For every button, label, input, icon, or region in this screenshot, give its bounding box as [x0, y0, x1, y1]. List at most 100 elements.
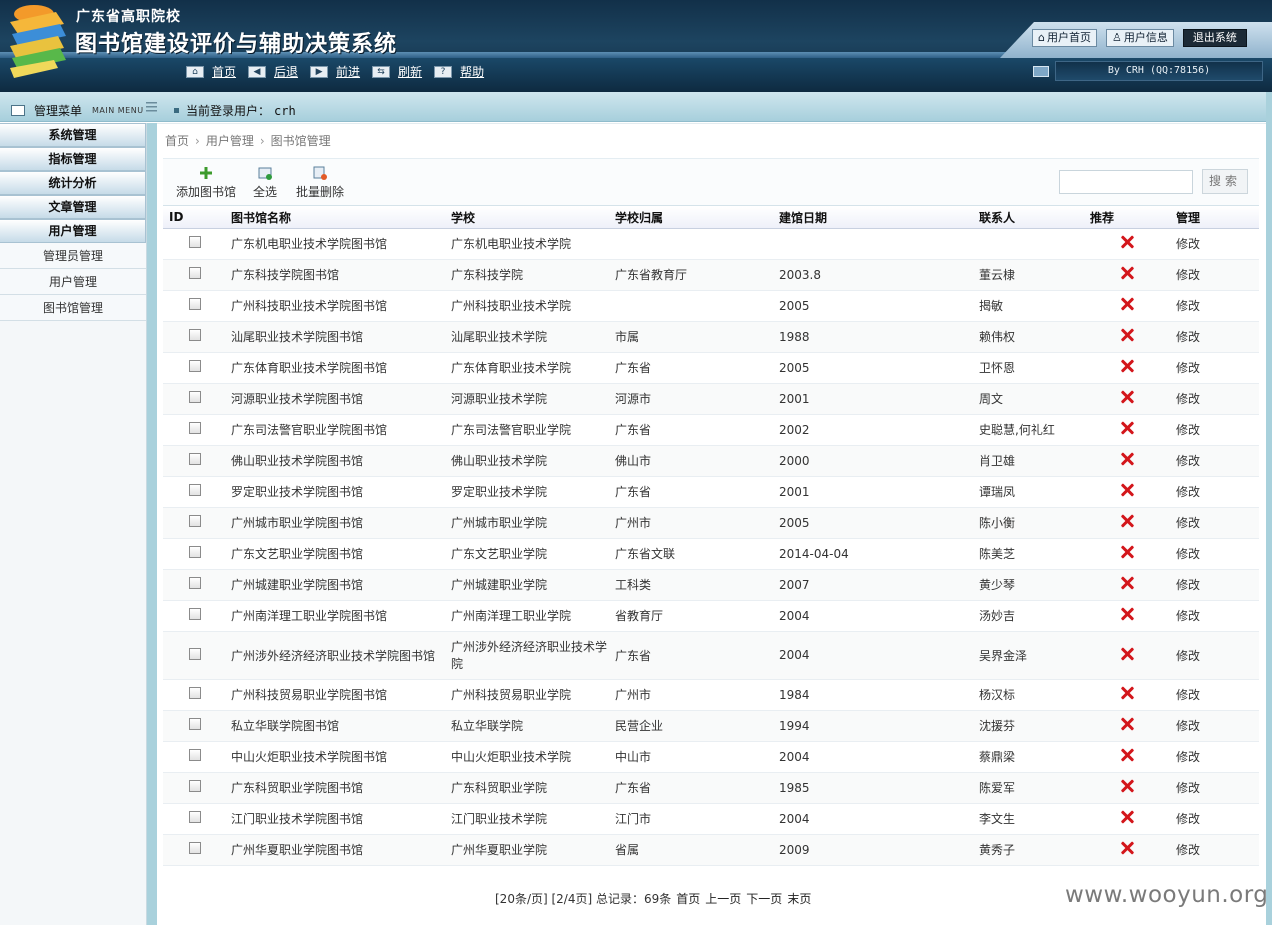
row-checkbox[interactable] [189, 546, 201, 558]
row-checkbox[interactable] [189, 687, 201, 699]
logout-button[interactable]: 退出系统 [1182, 29, 1247, 47]
not-recommended-icon[interactable] [1120, 576, 1134, 590]
edit-link[interactable]: 修改 [1170, 834, 1259, 866]
sidebar-item-admin-manage[interactable]: 管理员管理 [0, 243, 146, 269]
edit-link[interactable]: 修改 [1170, 631, 1259, 680]
not-recommended-icon[interactable] [1120, 647, 1134, 661]
edit-link[interactable]: 修改 [1170, 803, 1259, 835]
monitor-icon [1033, 66, 1049, 77]
nav-help[interactable]: ? 帮助 [434, 63, 484, 80]
row-select-cell [163, 414, 225, 446]
row-select-cell [163, 631, 225, 680]
not-recommended-icon[interactable] [1120, 514, 1134, 528]
search-button[interactable]: 搜索 [1202, 169, 1248, 194]
not-recommended-icon[interactable] [1120, 607, 1134, 621]
row-checkbox[interactable] [189, 718, 201, 730]
add-library-button[interactable]: 添加图书馆 [176, 162, 236, 200]
sidebar-item-user-manage[interactable]: 用户管理 [0, 269, 146, 295]
batch-delete-button[interactable]: 批量删除 [296, 162, 344, 200]
row-checkbox[interactable] [189, 780, 201, 792]
not-recommended-icon[interactable] [1120, 328, 1134, 342]
nav-home[interactable]: ⌂ 首页 [186, 63, 236, 80]
user-info-link[interactable]: ♙ 用户信息 [1105, 29, 1174, 47]
row-checkbox[interactable] [189, 360, 201, 372]
not-recommended-icon[interactable] [1120, 421, 1134, 435]
sidebar-group-system[interactable]: 系统管理 [0, 123, 146, 147]
not-recommended-icon[interactable] [1120, 266, 1134, 280]
edit-link[interactable]: 修改 [1170, 259, 1259, 291]
edit-link[interactable]: 修改 [1170, 476, 1259, 508]
col-recommend-header[interactable]: 推荐 [1084, 207, 1170, 229]
not-recommended-icon[interactable] [1120, 235, 1134, 249]
edit-link[interactable]: 修改 [1170, 228, 1259, 260]
nav-refresh[interactable]: ⇆ 刷新 [372, 63, 422, 80]
edit-link[interactable]: 修改 [1170, 772, 1259, 804]
edit-link[interactable]: 修改 [1170, 538, 1259, 570]
row-checkbox[interactable] [189, 842, 201, 854]
pager-last[interactable]: 末页 [787, 890, 811, 907]
sidebar-group-articles[interactable]: 文章管理 [0, 195, 146, 219]
edit-link[interactable]: 修改 [1170, 710, 1259, 742]
row-checkbox[interactable] [189, 267, 201, 279]
row-checkbox[interactable] [189, 453, 201, 465]
not-recommended-icon[interactable] [1120, 748, 1134, 762]
row-checkbox[interactable] [189, 329, 201, 341]
sidebar-group-users[interactable]: 用户管理 [0, 219, 146, 243]
not-recommended-icon[interactable] [1120, 841, 1134, 855]
search-input[interactable] [1059, 170, 1193, 194]
breadcrumb-home[interactable]: 首页 [165, 132, 189, 149]
school-belong: 江门市 [609, 803, 773, 835]
menu-toggle-icon[interactable] [146, 101, 157, 113]
select-all-button[interactable]: 全选 [253, 162, 277, 200]
sidebar-group-statistics[interactable]: 统计分析 [0, 171, 146, 195]
edit-link[interactable]: 修改 [1170, 383, 1259, 415]
not-recommended-icon[interactable] [1120, 359, 1134, 373]
nav-forward[interactable]: ▶ 前进 [310, 63, 360, 80]
edit-link[interactable]: 修改 [1170, 445, 1259, 477]
not-recommended-icon[interactable] [1120, 297, 1134, 311]
col-manage-header[interactable]: 管理 [1170, 207, 1259, 229]
user-home-link[interactable]: ⌂ 用户首页 [1032, 29, 1097, 47]
col-school-header[interactable]: 学校 [445, 207, 609, 229]
not-recommended-icon[interactable] [1120, 483, 1134, 497]
edit-link[interactable]: 修改 [1170, 414, 1259, 446]
not-recommended-icon[interactable] [1120, 779, 1134, 793]
edit-link[interactable]: 修改 [1170, 290, 1259, 322]
breadcrumb-user-manage[interactable]: 用户管理 [206, 132, 254, 149]
col-contact-header[interactable]: 联系人 [973, 207, 1084, 229]
edit-link[interactable]: 修改 [1170, 321, 1259, 353]
not-recommended-icon[interactable] [1120, 452, 1134, 466]
sidebar-group-indicator[interactable]: 指标管理 [0, 147, 146, 171]
row-checkbox[interactable] [189, 391, 201, 403]
col-id-header[interactable]: ID [163, 207, 225, 229]
not-recommended-icon[interactable] [1120, 810, 1134, 824]
row-checkbox[interactable] [189, 608, 201, 620]
row-checkbox[interactable] [189, 515, 201, 527]
col-date-header[interactable]: 建馆日期 [773, 207, 973, 229]
edit-link[interactable]: 修改 [1170, 352, 1259, 384]
pager-first[interactable]: 首页 [676, 890, 700, 907]
row-checkbox[interactable] [189, 236, 201, 248]
col-belong-header[interactable]: 学校归属 [609, 207, 773, 229]
not-recommended-icon[interactable] [1120, 717, 1134, 731]
row-checkbox[interactable] [189, 577, 201, 589]
edit-link[interactable]: 修改 [1170, 741, 1259, 773]
edit-link[interactable]: 修改 [1170, 679, 1259, 711]
row-checkbox[interactable] [189, 484, 201, 496]
edit-link[interactable]: 修改 [1170, 600, 1259, 632]
row-checkbox[interactable] [189, 749, 201, 761]
not-recommended-icon[interactable] [1120, 545, 1134, 559]
not-recommended-icon[interactable] [1120, 390, 1134, 404]
row-checkbox[interactable] [189, 298, 201, 310]
pager-next[interactable]: 下一页 [746, 890, 782, 907]
pager-prev[interactable]: 上一页 [705, 890, 741, 907]
nav-back[interactable]: ◀ 后退 [248, 63, 298, 80]
edit-link[interactable]: 修改 [1170, 569, 1259, 601]
edit-link[interactable]: 修改 [1170, 507, 1259, 539]
row-checkbox[interactable] [189, 422, 201, 434]
sidebar-item-library-manage[interactable]: 图书馆管理 [0, 295, 146, 321]
not-recommended-icon[interactable] [1120, 686, 1134, 700]
row-checkbox[interactable] [189, 647, 201, 660]
row-checkbox[interactable] [189, 811, 201, 823]
col-name-header[interactable]: 图书馆名称 [225, 207, 445, 229]
